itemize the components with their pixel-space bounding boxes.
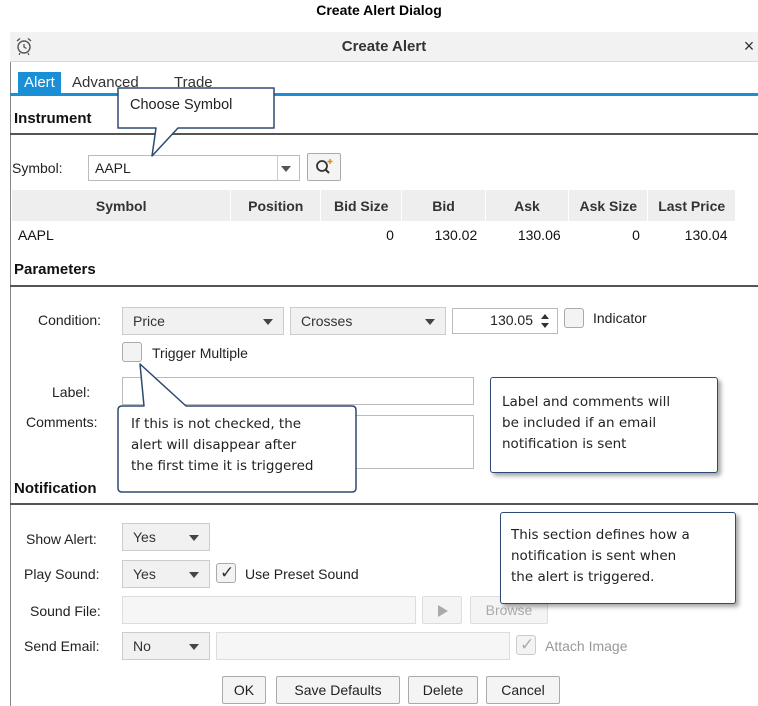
save-defaults-button[interactable]: Save Defaults xyxy=(276,676,400,704)
table-cell: 130.04 xyxy=(684,226,728,243)
trigger-multiple-label: Trigger Multiple xyxy=(152,345,248,361)
tab-alert[interactable]: Alert xyxy=(18,72,61,94)
document-title: Create Alert Dialog xyxy=(316,2,442,18)
section-divider xyxy=(10,285,758,287)
condition-operator-value: Crosses xyxy=(301,313,353,329)
table-header-row: Symbol Position Bid Size Bid Ask Ask Siz… xyxy=(12,190,736,221)
chevron-down-icon xyxy=(281,166,291,172)
chevron-down-icon xyxy=(189,535,199,541)
condition-value: 130.05 xyxy=(490,312,533,328)
sound-file-input[interactable] xyxy=(122,596,416,624)
column-header[interactable]: Symbol xyxy=(12,190,232,221)
condition-label: Condition: xyxy=(38,312,102,328)
close-icon[interactable]: × xyxy=(740,36,758,56)
table-cell: 130.06 xyxy=(517,226,561,243)
table-cell: 0 xyxy=(386,226,394,243)
column-header[interactable]: Last Price xyxy=(647,190,736,221)
condition-value-stepper[interactable]: 130.05 xyxy=(452,308,558,334)
show-alert-select[interactable]: Yes xyxy=(122,523,210,551)
table-cell: 0 xyxy=(632,226,640,243)
ok-button[interactable]: OK xyxy=(222,676,266,704)
symbol-search-button[interactable] xyxy=(307,153,341,181)
section-note-line: This section defines how a xyxy=(511,527,690,543)
use-preset-sound-label: Use Preset Sound xyxy=(245,566,359,582)
trigger-note-line: the first time it is triggered xyxy=(131,458,314,474)
symbol-value: AAPL xyxy=(95,160,131,176)
comments-label: Comments: xyxy=(26,414,98,430)
condition-type-select[interactable]: Price xyxy=(122,307,284,335)
play-sound-select[interactable]: Yes xyxy=(122,560,210,588)
chevron-down-icon xyxy=(425,319,435,325)
section-note-line: the alert is triggered. xyxy=(511,569,655,585)
chevron-down-icon xyxy=(189,644,199,650)
condition-operator-select[interactable]: Crosses xyxy=(290,307,446,335)
label-note-line: Label and comments will xyxy=(502,394,671,410)
show-alert-value: Yes xyxy=(133,529,156,545)
symbol-label: Symbol: xyxy=(12,160,63,176)
indicator-label: Indicator xyxy=(593,310,647,326)
label-note-line: notification is sent xyxy=(502,436,627,452)
trigger-note-line: alert will disappear after xyxy=(131,437,297,453)
send-email-select[interactable]: No xyxy=(122,632,210,660)
table-row[interactable]: AAPL 0 130.02 130.06 0 130.04 xyxy=(12,221,736,248)
dialog-titlebar: Create Alert × xyxy=(10,32,758,62)
cancel-button[interactable]: Cancel xyxy=(486,676,560,704)
indicator-checkbox[interactable] xyxy=(564,308,584,328)
notification-heading: Notification xyxy=(14,480,97,497)
email-address-input[interactable] xyxy=(216,632,510,660)
column-header[interactable]: Bid xyxy=(401,190,486,221)
attach-image-label: Attach Image xyxy=(545,638,628,654)
search-add-icon xyxy=(316,159,333,174)
play-sound-value: Yes xyxy=(133,566,156,582)
instrument-table: Symbol Position Bid Size Bid Ask Ask Siz… xyxy=(12,190,736,248)
show-alert-label: Show Alert: xyxy=(26,531,97,547)
play-sound-label: Play Sound: xyxy=(24,566,100,582)
play-icon xyxy=(438,605,448,617)
label-note-line: be included if an email xyxy=(502,415,657,431)
attach-image-checkbox[interactable]: ✓ xyxy=(516,635,536,655)
sound-file-label: Sound File: xyxy=(30,603,101,619)
label-field-label: Label: xyxy=(52,384,91,400)
section-divider xyxy=(10,503,758,505)
trigger-multiple-checkbox[interactable] xyxy=(122,342,142,362)
use-preset-sound-checkbox[interactable]: ✓ xyxy=(216,563,236,583)
play-sound-button[interactable] xyxy=(422,596,462,624)
checkmark-icon: ✓ xyxy=(220,563,235,582)
parameters-heading: Parameters xyxy=(14,261,96,278)
delete-button[interactable]: Delete xyxy=(408,676,478,704)
table-cell xyxy=(231,221,321,248)
chevron-down-icon xyxy=(189,572,199,578)
section-note-line: notification is sent when xyxy=(511,548,677,564)
spinner-icon[interactable] xyxy=(539,312,551,330)
column-header[interactable]: Ask Size xyxy=(568,190,649,221)
column-header[interactable]: Ask xyxy=(485,190,570,221)
choose-symbol-callout-text: Choose Symbol xyxy=(130,97,233,113)
send-email-value: No xyxy=(133,638,151,654)
send-email-label: Send Email: xyxy=(24,638,100,654)
chevron-down-icon xyxy=(263,319,273,325)
column-header[interactable]: Bid Size xyxy=(320,190,403,221)
trigger-note-line: If this is not checked, the xyxy=(131,416,302,432)
checkmark-icon: ✓ xyxy=(520,635,535,654)
column-header[interactable]: Position xyxy=(230,190,322,221)
table-cell: AAPL xyxy=(18,226,54,243)
condition-type-value: Price xyxy=(133,313,165,329)
dialog-title: Create Alert xyxy=(341,38,427,55)
table-cell: 130.02 xyxy=(434,226,478,243)
instrument-heading: Instrument xyxy=(14,110,92,127)
